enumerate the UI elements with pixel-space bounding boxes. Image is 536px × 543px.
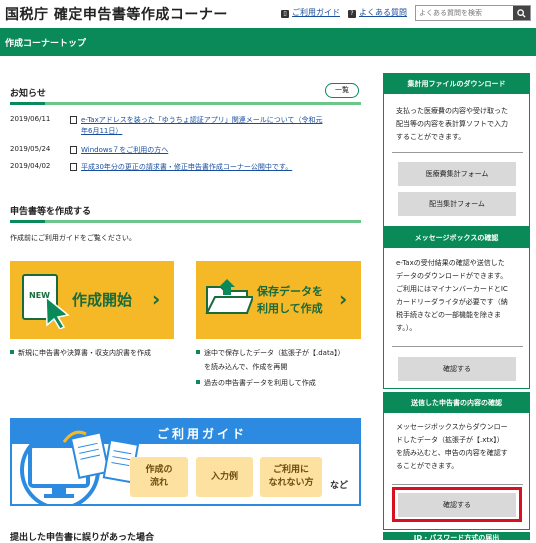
create-divider xyxy=(10,220,361,223)
news-heading: お知らせ xyxy=(10,89,46,99)
news-link[interactable]: 平成30年分の更正の請求書・修正申告書作成コーナー公開中です。 xyxy=(81,162,292,172)
start-bullet: 新規に申告書や決算書・収支内訳書を作成 xyxy=(10,348,151,358)
sent-return-text: メッセージボックスからダウンロー ドしたデータ（拡張子が【.xtx】） を読み込… xyxy=(396,421,520,473)
search-icon xyxy=(517,9,526,18)
messagebox-text-line: 税手続きなどの一部機能を除きま xyxy=(396,311,501,319)
amend-heading: 提出した申告書に誤りがあった場合 xyxy=(10,533,155,543)
messagebox-heading: メッセージボックスの確認 xyxy=(384,228,529,248)
guide-beginner-l2: なれない方 xyxy=(268,478,314,488)
guide-etc: など xyxy=(330,481,349,491)
messagebox-confirm-button[interactable]: 確認する xyxy=(398,357,516,381)
messagebox-text-line: e-Taxの受付結果の確認や送信した xyxy=(396,259,505,267)
start-create-button[interactable]: NEW 作成開始 › xyxy=(10,261,174,339)
download-text: 支払った医療費の内容や受け取った 配当等の内容を表計算ソフトで入力 することがで… xyxy=(396,105,520,144)
sent-return-text-line: ることができます。 xyxy=(396,462,459,470)
messagebox-text-line: ご利用にはマイナンバーカードとIC xyxy=(396,285,508,293)
monitor-documents-icon xyxy=(20,430,140,506)
resume-bullet-text: 途中で保存したデータ（拡張子が【.data】） xyxy=(204,349,345,357)
news-link[interactable]: Windows７をご利用の方へ xyxy=(81,145,168,155)
highlight-box xyxy=(392,487,522,522)
news-list-button[interactable]: 一覧 xyxy=(325,83,359,98)
header: 国税庁 確定申告書等作成コーナー ▯ ご利用ガイド ? よくある質問 xyxy=(0,0,536,28)
nav-bar: 作成コーナートップ xyxy=(0,28,536,56)
guide-example-button[interactable]: 入力例 xyxy=(196,457,253,497)
book-icon: ▯ xyxy=(281,10,289,18)
news-divider xyxy=(10,102,361,105)
guide-link[interactable]: ▯ ご利用ガイド xyxy=(281,7,340,18)
idpass-heading: ID・パスワード方式の届出 xyxy=(384,533,529,540)
news-date: 2019/04/02 xyxy=(10,162,51,170)
folder-icon xyxy=(205,279,253,314)
nav-title[interactable]: 作成コーナートップ xyxy=(5,36,86,49)
search-box xyxy=(415,5,531,21)
new-badge: NEW xyxy=(29,291,50,300)
download-heading: 集計用ファイルのダウンロード xyxy=(384,74,529,94)
sent-return-text-line: を読み込むと、申告の内容を確認す xyxy=(396,449,508,457)
download-text-line: 支払った医療費の内容や受け取った xyxy=(396,107,508,115)
resume-bullet-text: 過去の申告書データを利用して作成 xyxy=(204,379,316,387)
search-input[interactable] xyxy=(416,6,514,20)
news-date: 2019/06/11 xyxy=(10,115,51,123)
site-title[interactable]: 国税庁 確定申告書等作成コーナー xyxy=(5,4,228,24)
resume-label-line1: 保存データを xyxy=(257,285,323,298)
guide-beginner-button[interactable]: ご利用に なれない方 xyxy=(260,457,322,497)
question-icon: ? xyxy=(348,10,356,18)
sent-return-heading: 送信した申告書の内容の確認 xyxy=(384,393,529,413)
resume-bullet: 途中で保存したデータ（拡張子が【.data】） xyxy=(196,348,345,358)
messagebox-text: e-Taxの受付結果の確認や送信した データのダウンロードができます。 ご利用に… xyxy=(396,257,520,335)
messagebox-text-line: データのダウンロードができます。 xyxy=(396,272,508,280)
medical-form-button[interactable]: 医療費集計フォーム xyxy=(398,162,516,186)
start-create-label: 作成開始 xyxy=(72,291,133,309)
document-icon xyxy=(70,116,77,124)
create-intro: 作成前にご利用ガイドをご覧ください。 xyxy=(10,234,136,242)
guide-example-label: 入力例 xyxy=(210,471,238,482)
guide-link-label: ご利用ガイド xyxy=(292,8,340,17)
guide-flow-l2: 流れ xyxy=(149,478,168,488)
guide-title: ご利用ガイド xyxy=(157,427,248,441)
document-icon xyxy=(70,163,77,171)
resume-bullet-cont: を読み込んで、作成を再開 xyxy=(204,363,288,371)
new-document-icon xyxy=(22,274,70,329)
resume-bullet: 過去の申告書データを利用して作成 xyxy=(196,378,316,388)
usage-guide-banner[interactable]: ご利用ガイド 作成の流れ 入力例 ご利用になれない方 など xyxy=(10,418,361,506)
chevron-right-icon: › xyxy=(339,287,348,311)
messagebox-text-line: す。）。 xyxy=(396,324,417,332)
news-link[interactable]: e-Taxアドレスを装った「ゆうちょ認証アプリ」関連メールについて（令和元 xyxy=(81,115,323,125)
resume-saved-data-button[interactable]: 保存データを 利用して作成 › xyxy=(196,261,361,339)
document-icon xyxy=(70,146,77,154)
messagebox-text-line: カードリーダライタが必要です（納 xyxy=(396,298,508,306)
guide-flow-button[interactable]: 作成の 流れ xyxy=(130,457,188,497)
resume-label-line2: 利用して作成 xyxy=(257,302,323,315)
create-heading: 申告書等を作成する xyxy=(10,207,92,217)
faq-link-label: よくある質問 xyxy=(359,8,407,17)
dividend-form-button[interactable]: 配当集計フォーム xyxy=(398,192,516,216)
guide-flow-l1: 作成の xyxy=(145,465,173,475)
chevron-right-icon: › xyxy=(152,287,161,311)
sent-return-text-line: メッセージボックスからダウンロー xyxy=(396,423,508,431)
faq-link[interactable]: ? よくある質問 xyxy=(348,7,407,18)
sent-return-text-line: ドしたデータ（拡張子が【.xtx】） xyxy=(396,436,504,444)
search-button[interactable] xyxy=(513,6,530,20)
download-text-line: することができます。 xyxy=(396,133,466,141)
start-bullet-text: 新規に申告書や決算書・収支内訳書を作成 xyxy=(18,349,151,357)
guide-beginner-l1: ご利用に xyxy=(272,465,309,475)
download-text-line: 配当等の内容を表計算ソフトで入力 xyxy=(396,120,508,128)
news-date: 2019/05/24 xyxy=(10,145,51,153)
news-link-cont[interactable]: 年6月11日） xyxy=(81,126,122,136)
